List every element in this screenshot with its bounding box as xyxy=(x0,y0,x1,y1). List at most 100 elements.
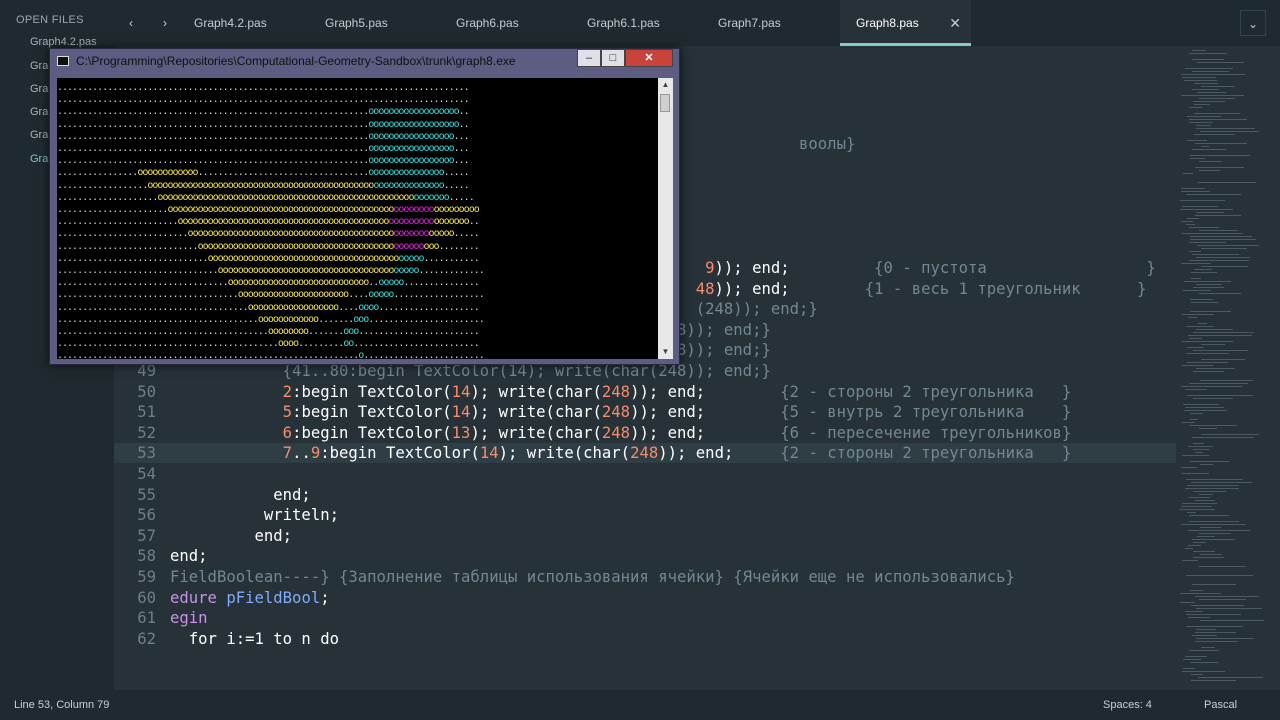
minimap-line xyxy=(1193,449,1209,450)
minimap-line xyxy=(1196,608,1262,609)
code-line[interactable]: 51 5:begin TextColor(14); write(char(248… xyxy=(114,402,1176,422)
minimap-line xyxy=(1181,386,1242,387)
close-button[interactable]: ✕ xyxy=(625,49,673,67)
minimap-line xyxy=(1183,404,1219,405)
minimap-line xyxy=(1192,149,1226,150)
code-line[interactable]: 59 FieldBoolean----} {Заполнение таблицы … xyxy=(114,567,1176,587)
console-row: ........................................… xyxy=(57,313,485,325)
console-window[interactable]: C:\Programming\Repositories\Computationa… xyxy=(49,48,680,365)
minimap-line xyxy=(1194,104,1210,105)
minimap-line xyxy=(1193,101,1225,102)
code-text: egin xyxy=(170,608,208,628)
tab-label: Graph4.2.pas xyxy=(194,16,267,30)
minimap-line xyxy=(1189,242,1226,243)
minimap-line xyxy=(1191,482,1252,483)
minimap-line xyxy=(1195,632,1236,633)
minimap-line xyxy=(1191,680,1236,681)
code-line[interactable]: 53 7..9:begin TextColor(14); write(char(… xyxy=(114,443,1176,464)
code-line[interactable]: 57 end; xyxy=(114,526,1176,546)
minimap-line xyxy=(1182,422,1195,423)
code-token: .. xyxy=(292,444,311,463)
minimap-line xyxy=(1189,122,1212,123)
code-token: )); end; xyxy=(630,423,781,442)
scroll-thumb[interactable] xyxy=(660,94,670,112)
tab-graph6[interactable]: Graph6.pas xyxy=(440,0,571,46)
minimap-line xyxy=(1182,341,1233,342)
code-token: :begin TextColor( xyxy=(320,444,480,463)
scroll-up-icon[interactable]: ▲ xyxy=(658,78,673,92)
minimap-line xyxy=(1190,311,1231,312)
code-token: 248 xyxy=(601,382,631,401)
code-line[interactable]: 50 2:begin TextColor(14); write(char(248… xyxy=(114,382,1176,402)
scroll-down-icon[interactable]: ▼ xyxy=(658,345,673,359)
code-token: 9 xyxy=(705,259,715,277)
code-line[interactable]: 55 end; xyxy=(114,485,1176,505)
minimap-line xyxy=(1180,509,1215,510)
syntax-language[interactable]: Pascal xyxy=(1204,699,1237,711)
code-line[interactable]: 61 egin xyxy=(114,608,1176,628)
minimap-line xyxy=(1185,548,1193,549)
minimap-line xyxy=(1199,170,1220,171)
minimap-line xyxy=(1195,167,1244,168)
minimap-line xyxy=(1198,182,1256,183)
console-row: ..............................oooooooooo… xyxy=(57,252,480,264)
code-text: FieldBoolean----} {Заполнение таблицы ис… xyxy=(170,567,1015,587)
close-tab-icon[interactable]: ✕ xyxy=(949,0,961,46)
minimap-line xyxy=(1192,635,1217,636)
indentation-setting[interactable]: Spaces: 4 xyxy=(1103,699,1152,711)
console-row: ........................................… xyxy=(57,118,470,130)
line-number: 58 xyxy=(137,547,156,566)
forward-arrow-icon[interactable]: › xyxy=(152,10,178,36)
minimap-line xyxy=(1196,128,1255,129)
code-text: 5:begin TextColor(14); write(char(248));… xyxy=(170,402,1072,422)
code-token: {2 - стороны 2 треугольника } xyxy=(780,444,1072,463)
minimap-line xyxy=(1187,512,1196,513)
minimap-line xyxy=(1199,494,1213,495)
tab-graph4-2[interactable]: Graph4.2.pas xyxy=(178,0,309,46)
minimap-line xyxy=(1193,491,1226,492)
console-row: ........................oooooooooooooooo… xyxy=(57,216,480,228)
code-text: edure pFieldBool; xyxy=(170,588,330,608)
tab-graph7[interactable]: Graph7.pas xyxy=(702,0,833,46)
console-row: ......................................oo… xyxy=(57,301,480,313)
minimap-line xyxy=(1181,467,1197,468)
code-line[interactable]: 62 for i:=1 to n do xyxy=(114,629,1176,649)
minimap-line xyxy=(1184,410,1227,411)
minimap[interactable] xyxy=(1176,46,1280,690)
minimap-line xyxy=(1190,590,1203,591)
minimize-button[interactable]: – xyxy=(577,49,601,67)
code-text: end; xyxy=(170,546,208,566)
minimap-line xyxy=(1189,650,1219,651)
back-arrow-icon[interactable]: ‹ xyxy=(118,10,144,36)
minimap-line xyxy=(1189,107,1202,108)
code-token: 248 xyxy=(601,403,631,422)
maximize-button[interactable]: □ xyxy=(601,49,625,67)
minimap-line xyxy=(1189,338,1202,339)
code-token: {0 - пустота } xyxy=(874,259,1156,277)
console-title: C:\Programming\Repositories\Computationa… xyxy=(76,54,516,68)
minimap-line xyxy=(1183,668,1195,669)
code-line[interactable]: 52 6:begin TextColor(13); write(char(248… xyxy=(114,423,1176,443)
minimap-line xyxy=(1186,353,1229,354)
minimap-line xyxy=(1192,254,1239,255)
line-number: 55 xyxy=(137,485,156,504)
tab-graph5[interactable]: Graph5.pas xyxy=(309,0,440,46)
minimap-line xyxy=(1186,326,1214,327)
code-line[interactable]: 54 xyxy=(114,464,1176,484)
minimap-line xyxy=(1199,293,1241,294)
code-token: ; xyxy=(320,588,330,607)
minimap-line xyxy=(1182,503,1217,504)
tab-list-dropdown-icon[interactable]: ⌄ xyxy=(1240,10,1266,36)
line-number: 51 xyxy=(137,403,156,422)
tab-graph8[interactable]: Graph8.pas ✕ xyxy=(840,0,971,46)
tab-graph6-1[interactable]: Graph6.1.pas xyxy=(571,0,702,46)
code-token: egin xyxy=(170,609,208,628)
console-row: ......................oooooooooooooooooo… xyxy=(57,204,480,215)
code-line[interactable]: 60 edure pFieldBool; xyxy=(114,588,1176,608)
minimap-line xyxy=(1189,425,1237,426)
code-line[interactable]: 58 end; xyxy=(114,546,1176,566)
code-line[interactable]: 56 writeln; xyxy=(114,505,1176,525)
sidebar-file-graph4-2[interactable]: Graph4.2.pas xyxy=(30,36,97,48)
console-scrollbar[interactable]: ▲ ▼ xyxy=(658,78,673,359)
